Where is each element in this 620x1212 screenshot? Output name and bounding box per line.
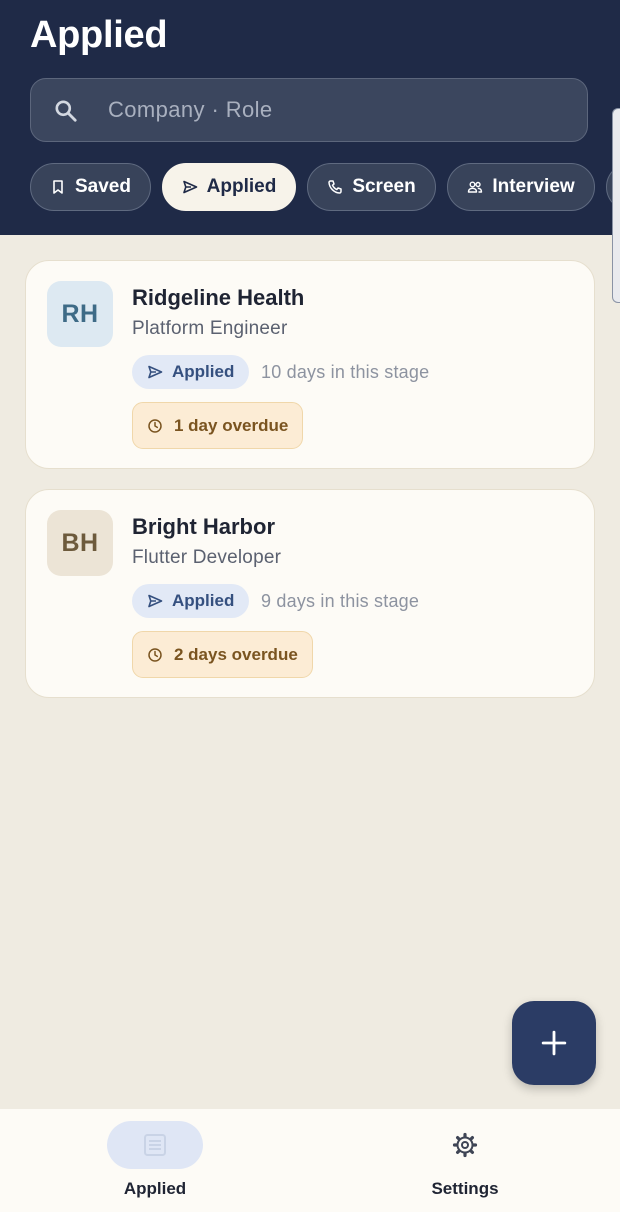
stage-label: Applied [172, 362, 235, 381]
clock-icon [148, 647, 162, 662]
nav-item-applied[interactable]: Applied [55, 1109, 255, 1212]
app-header: Applied Saved Applied Screen [0, 0, 620, 235]
stage-label: Applied [172, 591, 235, 610]
role-title: Platform Engineer [132, 318, 288, 339]
company-name: Ridgeline Health [132, 285, 305, 310]
people-icon [468, 181, 483, 193]
gear-icon [452, 1132, 478, 1158]
nav-icon-holder [417, 1121, 513, 1169]
stage-badge: Applied [132, 584, 250, 618]
stage-filter-chips: Saved Applied Screen Interview [30, 163, 620, 211]
send-icon [182, 180, 197, 194]
send-icon [148, 365, 163, 379]
search-icon [55, 100, 77, 122]
overdue-label: 1 day overdue [174, 415, 289, 435]
search-input[interactable] [108, 79, 568, 141]
role-title: Flutter Developer [132, 547, 282, 568]
overdue-badge: 1 day overdue [132, 402, 304, 449]
application-card[interactable]: BH Bright Harbor Flutter Developer Appli… [25, 489, 595, 698]
nav-label: Settings [431, 1179, 499, 1198]
chip-label: Applied [206, 176, 277, 197]
bookmark-icon [53, 180, 63, 194]
add-application-button[interactable] [512, 1001, 596, 1085]
chip-interview[interactable]: Interview [447, 163, 595, 211]
send-icon [148, 594, 163, 608]
chip-applied[interactable]: Applied [162, 163, 296, 211]
nav-item-settings[interactable]: Settings [365, 1109, 565, 1212]
days-in-stage: 10 days in this stage [261, 362, 430, 382]
company-avatar: BH [47, 510, 113, 576]
chip-screen[interactable]: Screen [307, 163, 436, 211]
list-icon [144, 1134, 166, 1156]
chip-label: Interview [492, 176, 575, 197]
page-title: Applied [30, 14, 168, 56]
phone-icon [328, 180, 343, 194]
stage-badge: Applied [132, 355, 250, 389]
company-avatar: RH [47, 281, 113, 347]
edge-scroll-handle[interactable] [612, 108, 620, 303]
overdue-badge: 2 days overdue [132, 631, 313, 678]
search-bar[interactable] [30, 78, 588, 142]
chip-label: Saved [75, 176, 131, 197]
application-card[interactable]: RH Ridgeline Health Platform Engineer Ap… [25, 260, 595, 469]
company-name: Bright Harbor [132, 514, 275, 539]
chip-label: Screen [352, 176, 416, 197]
plus-icon [541, 1030, 567, 1056]
nav-label: Applied [123, 1179, 187, 1198]
overdue-label: 2 days overdue [174, 644, 298, 664]
chip-saved[interactable]: Saved [30, 163, 151, 211]
bottom-navigation: Applied Settings [0, 1109, 620, 1212]
clock-icon [148, 418, 162, 433]
days-in-stage: 9 days in this stage [261, 591, 420, 611]
nav-active-indicator [107, 1121, 203, 1169]
